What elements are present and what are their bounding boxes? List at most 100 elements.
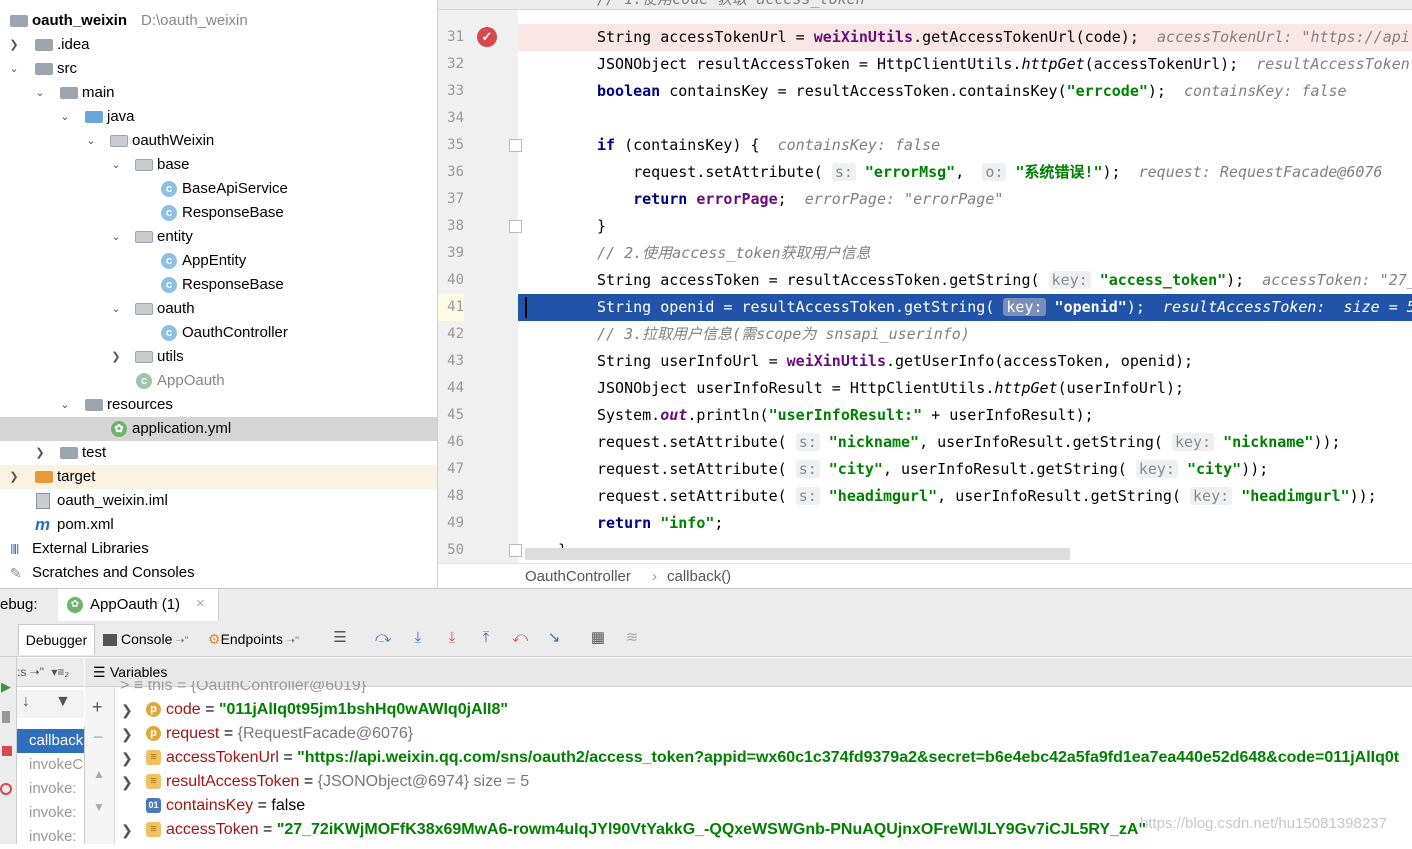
tree-item-java[interactable]: ⌄ java <box>0 105 437 129</box>
tree-item-appentity[interactable]: c AppEntity <box>0 249 437 273</box>
chevron-down-icon[interactable]: ⌄ <box>58 105 72 129</box>
debug-session-tab[interactable]: ✿ AppOauth (1) × <box>58 589 219 621</box>
project-root[interactable]: oauth_weixin D:\oauth_weixin <box>0 9 437 33</box>
tab-label: Endpoints <box>220 631 283 647</box>
project-path: D:\oauth_weixin <box>141 12 248 29</box>
tree-item-appoauth[interactable]: c AppOauth <box>0 369 437 393</box>
pause-icon[interactable] <box>2 711 10 723</box>
frame-item[interactable]: invoke: <box>17 801 84 825</box>
source-folder-icon <box>85 111 103 123</box>
tree-item-base[interactable]: ⌄ base <box>0 153 437 177</box>
breadcrumb-class[interactable]: OauthController <box>525 564 631 589</box>
variable-name: code <box>166 701 201 718</box>
line-number: 40 <box>447 272 464 288</box>
view-breakpoints-icon[interactable] <box>0 783 12 795</box>
show-execution-point-icon[interactable]: ☰ <box>331 629 349 647</box>
tree-item-label: target <box>57 468 96 485</box>
chevron-right-icon[interactable]: ❯ <box>7 465 21 489</box>
filter-icon[interactable]: ▼ <box>55 693 71 711</box>
tree-item-entity[interactable]: ⌄ entity <box>0 225 437 249</box>
tree-item-application-yml[interactable]: ✿ application.yml <box>0 417 437 441</box>
tree-item-label: ResponseBase <box>182 204 284 221</box>
horizontal-scrollbar[interactable] <box>525 548 1070 560</box>
tree-item-baseapiservice[interactable]: c BaseApiService <box>0 177 437 201</box>
boolean-icon: 01 <box>146 798 161 813</box>
variable-row[interactable]: ❯ p request = {RequestFacade@6076} <box>85 722 1412 746</box>
code-line: request.setAttribute( s: "nickname", use… <box>597 433 1341 451</box>
tree-item-resources[interactable]: ⌄ resources <box>0 393 437 417</box>
tree-item-responsebase[interactable]: c ResponseBase <box>0 201 437 225</box>
drop-frame-icon[interactable]: ⤺ <box>511 629 529 647</box>
chevron-down-icon[interactable]: ⌄ <box>7 57 21 81</box>
expand-icon[interactable]: ❯ <box>121 698 133 722</box>
run-to-cursor-icon[interactable]: ↘ <box>545 629 563 647</box>
tree-item-oauth[interactable]: ⌄ oauth <box>0 297 437 321</box>
tree-item-pom[interactable]: m pom.xml <box>0 513 437 537</box>
tree-item-label: pom.xml <box>57 516 114 533</box>
chevron-right-icon[interactable]: ❯ <box>109 345 123 369</box>
variable-row[interactable]: ❯ p code = "011jAlIq0t95jm1bshHq0wAWIq0j… <box>85 698 1412 722</box>
variable-value: {JSONObject@6974} size = 5 <box>317 773 530 790</box>
field-list-icon: ≡ <box>146 774 161 789</box>
frame-item[interactable]: callback <box>17 729 84 753</box>
frames-menu-icon[interactable]: ▾≡₂ <box>51 665 69 679</box>
step-out-icon[interactable]: ⤒ <box>477 629 495 647</box>
tree-item-main[interactable]: ⌄ main <box>0 81 437 105</box>
line-number: 41 <box>438 294 464 321</box>
text-cursor <box>525 297 527 318</box>
chevron-down-icon[interactable]: ⌄ <box>109 225 123 249</box>
expand-icon[interactable]: ❯ <box>121 818 133 842</box>
tree-item-label: oauth_weixin.iml <box>57 492 168 509</box>
console-icon <box>103 634 117 647</box>
tree-item-responsebase-2[interactable]: c ResponseBase <box>0 273 437 297</box>
package-icon <box>135 159 153 171</box>
frame-item[interactable]: invokeC <box>17 753 84 777</box>
breakpoint-icon[interactable]: ✓ <box>477 27 497 47</box>
chevron-down-icon[interactable]: ⌄ <box>109 297 123 321</box>
frame-item[interactable]: invoke: <box>17 777 84 801</box>
stop-icon[interactable] <box>2 746 12 756</box>
line-number: 48 <box>447 488 464 504</box>
parameter-icon: p <box>146 702 161 717</box>
project-tree: oauth_weixin D:\oauth_weixin ❯ .idea ⌄ s… <box>0 0 438 588</box>
yaml-file-icon: ✿ <box>111 421 127 437</box>
tree-item-src[interactable]: ⌄ src <box>0 57 437 81</box>
close-icon[interactable]: × <box>196 595 205 612</box>
expand-icon[interactable]: ❯ <box>121 722 133 746</box>
chevron-down-icon[interactable]: ⌄ <box>33 81 47 105</box>
expand-icon[interactable]: ❯ <box>121 746 133 770</box>
evaluate-expression-icon[interactable]: ▦ <box>589 629 607 647</box>
tree-item-oauthweixin[interactable]: ⌄ oauthWeixin <box>0 129 437 153</box>
resume-icon[interactable]: ▶ <box>1 679 11 695</box>
frame-item[interactable]: invoke: <box>17 825 84 849</box>
force-step-into-icon[interactable]: ⤓ <box>443 629 461 647</box>
tree-item-oauthcontroller[interactable]: c OauthController <box>0 321 437 345</box>
chevron-down-icon[interactable]: ⌄ <box>84 129 98 153</box>
expand-icon[interactable]: ❯ <box>121 770 133 794</box>
tree-item-test[interactable]: ❯ test <box>0 441 437 465</box>
chevron-down-icon[interactable]: ⌄ <box>58 393 72 417</box>
tree-item-iml[interactable]: oauth_weixin.iml <box>0 489 437 513</box>
tree-item-idea[interactable]: ❯ .idea <box>0 33 437 57</box>
trace-icon[interactable]: ≋ <box>623 629 641 647</box>
tab-debugger[interactable]: Debugger <box>18 624 95 655</box>
arrow-down-icon[interactable]: ↓ <box>22 693 30 711</box>
variable-row[interactable]: ❯ ≡ resultAccessToken = {JSONObject@6974… <box>85 770 1412 794</box>
tree-item-scratches[interactable]: ✎ Scratches and Consoles <box>0 561 437 585</box>
variable-row[interactable]: ❯ ≡ accessTokenUrl = "https://api.weixin… <box>85 746 1412 770</box>
tab-endpoints[interactable]: ⚙Endpoints ➝" <box>208 624 320 654</box>
chevron-down-icon[interactable]: ⌄ <box>109 153 123 177</box>
tree-item-external-libraries[interactable]: ‖‖ External Libraries <box>0 537 437 561</box>
tree-item-utils[interactable]: ❯ utils <box>0 345 437 369</box>
step-over-icon[interactable]: ⤼ <box>374 629 392 647</box>
frames-thread-selector[interactable]: :s ➝" <box>17 665 44 679</box>
step-into-icon[interactable]: ⤓ <box>409 629 427 647</box>
chevron-right-icon[interactable]: ❯ <box>33 441 47 465</box>
tree-item-target[interactable]: ❯ target <box>0 465 437 489</box>
breadcrumb-method[interactable]: callback() <box>667 564 731 589</box>
variables-menu-icon[interactable]: ☰ <box>93 658 106 686</box>
code-line: String userInfoUrl = weiXinUtils.getUser… <box>597 352 1194 370</box>
tab-label: Console <box>121 631 173 647</box>
tab-console[interactable]: Console ➝" <box>103 624 201 654</box>
chevron-right-icon[interactable]: ❯ <box>7 33 21 57</box>
